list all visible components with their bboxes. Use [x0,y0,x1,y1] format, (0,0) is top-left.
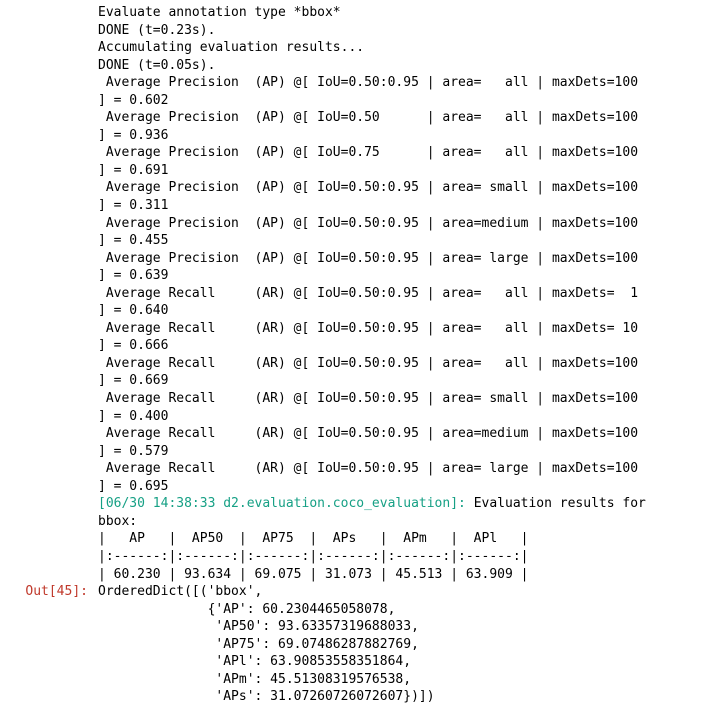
execute-result-cell: Out[45]: OrderedDict([('bbox', {'AP': 60… [8,583,716,706]
stream-line: ] = 0.400 [98,409,168,424]
notebook-output-area: Evaluate annotation type *bbox* DONE (t=… [0,0,724,714]
stream-line: Average Precision (AP) @[ IoU=0.50:0.95 … [98,251,638,266]
stream-line: Average Recall (AR) @[ IoU=0.50:0.95 | a… [98,321,638,336]
stream-line: ] = 0.311 [98,198,168,213]
stream-output: Evaluate annotation type *bbox* DONE (t=… [98,4,716,583]
stream-line: bbox: [98,514,137,529]
out-prompt: Out[45]: [8,583,98,601]
stream-line: Average Recall (AR) @[ IoU=0.50:0.95 | a… [98,426,638,441]
stream-line: ] = 0.602 [98,93,168,108]
stream-line: Average Recall (AR) @[ IoU=0.50:0.95 | a… [98,356,638,371]
stream-line: ] = 0.639 [98,268,168,283]
stream-line: Average Precision (AP) @[ IoU=0.75 | are… [98,145,638,160]
execute-result-output: OrderedDict([('bbox', {'AP': 60.23044650… [98,583,716,706]
stream-line: Average Precision (AP) @[ IoU=0.50:0.95 … [98,75,638,90]
logger-prefix: [06/30 14:38:33 d2.evaluation.coco_evalu… [98,496,474,511]
stream-line: Average Precision (AP) @[ IoU=0.50:0.95 … [98,180,638,195]
stream-line: ] = 0.691 [98,163,168,178]
stream-line: ] = 0.669 [98,373,168,388]
stream-line: Average Precision (AP) @[ IoU=0.50 | are… [98,110,638,125]
repr-line: 'APl': 63.90853558351864, [98,654,411,669]
repr-line: 'APm': 45.51308319576538, [98,672,411,687]
stream-line: ] = 0.455 [98,233,168,248]
stream-line: Average Precision (AP) @[ IoU=0.50:0.95 … [98,216,638,231]
stream-line: Accumulating evaluation results... [98,40,364,55]
repr-line: 'AP75': 69.07486287882769, [98,637,419,652]
repr-line: {'AP': 60.2304465058078, [98,602,395,617]
repr-line: 'AP50': 93.63357319688033, [98,619,419,634]
logger-suffix: Evaluation results for [474,496,646,511]
stream-line: Average Recall (AR) @[ IoU=0.50:0.95 | a… [98,391,638,406]
stream-line: ] = 0.640 [98,303,168,318]
stream-line: ] = 0.666 [98,338,168,353]
repr-line: 'APs': 31.07260726072607})]) [98,689,435,704]
stream-line: | 60.230 | 93.634 | 69.075 | 31.073 | 45… [98,567,528,582]
stream-line: Average Recall (AR) @[ IoU=0.50:0.95 | a… [98,286,638,301]
stream-line: ] = 0.579 [98,444,168,459]
repr-line: OrderedDict([('bbox', [98,584,262,599]
stream-line: ] = 0.936 [98,128,168,143]
stream-output-cell: Evaluate annotation type *bbox* DONE (t=… [8,4,716,583]
stream-line: | AP | AP50 | AP75 | APs | APm | APl | [98,531,528,546]
stream-line: DONE (t=0.23s). [98,23,215,38]
stream-line: ] = 0.695 [98,479,168,494]
stream-line: |:------:|:------:|:------:|:------:|:--… [98,549,528,564]
stream-line: Evaluate annotation type *bbox* [98,5,341,20]
stream-line: Average Recall (AR) @[ IoU=0.50:0.95 | a… [98,461,638,476]
stream-line: DONE (t=0.05s). [98,58,215,73]
